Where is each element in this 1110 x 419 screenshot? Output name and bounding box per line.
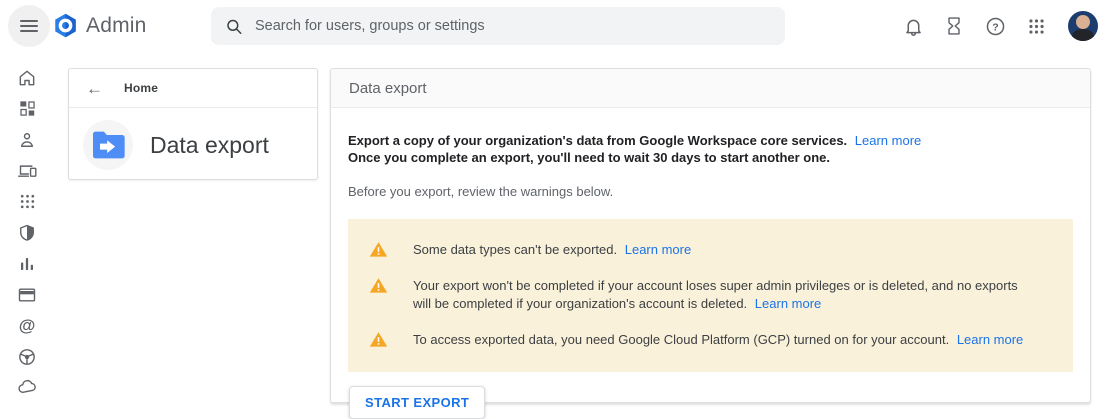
intro-line2: Once you complete an export, you'll need… xyxy=(348,150,831,165)
warning-1-learn-more-link[interactable]: Learn more xyxy=(625,242,691,257)
intro-line1: Export a copy of your organization's dat… xyxy=(348,133,848,148)
hourglass-tasks-icon[interactable] xyxy=(941,13,967,39)
rules-steering-icon xyxy=(19,348,35,365)
warning-triangle-icon xyxy=(369,332,388,347)
sidebar-item-reporting[interactable] xyxy=(0,248,54,279)
dashboard-icon xyxy=(19,101,35,116)
avatar[interactable] xyxy=(1068,11,1098,41)
sidebar-item-home[interactable] xyxy=(0,62,54,93)
sidebar-item-security[interactable] xyxy=(0,217,54,248)
warning-1-text: Some data types can't be exported. xyxy=(413,242,618,257)
help-icon[interactable]: ? xyxy=(982,13,1008,39)
intro-learn-more-link[interactable]: Learn more xyxy=(855,133,921,148)
directory-person-icon xyxy=(20,132,34,147)
breadcrumb: ← Home xyxy=(69,69,317,108)
admin-logo-icon xyxy=(55,13,76,38)
svg-text:?: ? xyxy=(992,21,998,33)
back-arrow-icon[interactable]: ← xyxy=(86,80,103,97)
warning-3-text: To access exported data, you need Google… xyxy=(413,332,950,347)
hamburger-menu-button[interactable] xyxy=(8,5,50,47)
data-export-folder-icon xyxy=(83,120,133,170)
start-export-button[interactable]: START EXPORT xyxy=(349,386,486,419)
admin-logo[interactable]: Admin xyxy=(52,12,147,39)
reporting-chart-icon xyxy=(21,257,33,270)
sidebar-item-apps[interactable] xyxy=(0,186,54,217)
avatar-face xyxy=(1076,15,1090,29)
review-warnings-text: Before you export, review the warnings b… xyxy=(348,184,614,199)
warning-3-learn-more-link[interactable]: Learn more xyxy=(957,332,1023,347)
billing-card-icon xyxy=(18,287,36,302)
menu-icon xyxy=(20,17,38,35)
search-input[interactable] xyxy=(254,18,771,34)
page-title: Data export xyxy=(150,131,269,158)
sidebar-item-devices[interactable] xyxy=(0,155,54,186)
breadcrumb-home-label[interactable]: Home xyxy=(124,81,158,95)
warning-row: Your export won't be completed if your a… xyxy=(348,268,1073,322)
nav-rail: @ xyxy=(0,52,54,419)
breadcrumb-panel: ← Home Data export xyxy=(68,68,318,180)
card-header-title: Data export xyxy=(349,79,427,97)
avatar-shoulders xyxy=(1072,29,1094,41)
devices-icon xyxy=(17,165,37,177)
search-bar[interactable] xyxy=(211,7,785,45)
card-header: Data export xyxy=(331,69,1090,108)
apps-icon xyxy=(20,194,34,209)
sidebar-item-dashboard[interactable] xyxy=(0,93,54,124)
warning-text: To access exported data, you need Google… xyxy=(413,331,1023,349)
warning-2-text: Your export won't be completed if your a… xyxy=(413,278,1018,311)
warnings-box: Some data types can't be exported. Learn… xyxy=(348,219,1073,372)
storage-cloud-icon xyxy=(17,379,36,394)
account-at-icon: @ xyxy=(18,315,36,335)
apps-grid-icon[interactable] xyxy=(1023,13,1049,39)
warning-text: Some data types can't be exported. Learn… xyxy=(413,241,691,259)
sidebar-item-billing[interactable] xyxy=(0,279,54,310)
sidebar-item-directory[interactable] xyxy=(0,124,54,155)
intro-text: Export a copy of your organization's dat… xyxy=(348,132,1073,166)
warning-triangle-icon xyxy=(369,278,388,293)
sidebar-item-account[interactable]: @ xyxy=(0,310,54,341)
top-app-bar: Admin ? xyxy=(0,0,1110,52)
warning-row: Some data types can't be exported. Learn… xyxy=(348,232,1073,268)
security-shield-icon xyxy=(20,224,34,241)
warning-triangle-icon xyxy=(369,242,388,257)
app-title: Admin xyxy=(86,13,147,37)
home-icon xyxy=(19,70,35,85)
sidebar-item-storage[interactable] xyxy=(0,372,54,403)
warning-text: Your export won't be completed if your a… xyxy=(413,277,1033,313)
data-export-card: Data export Export a copy of your organi… xyxy=(330,68,1091,419)
search-icon xyxy=(227,19,242,34)
warning-row: To access exported data, you need Google… xyxy=(348,322,1073,358)
sidebar-item-rules[interactable] xyxy=(0,341,54,372)
notifications-bell-icon[interactable] xyxy=(900,13,926,39)
warning-2-learn-more-link[interactable]: Learn more xyxy=(755,296,821,311)
